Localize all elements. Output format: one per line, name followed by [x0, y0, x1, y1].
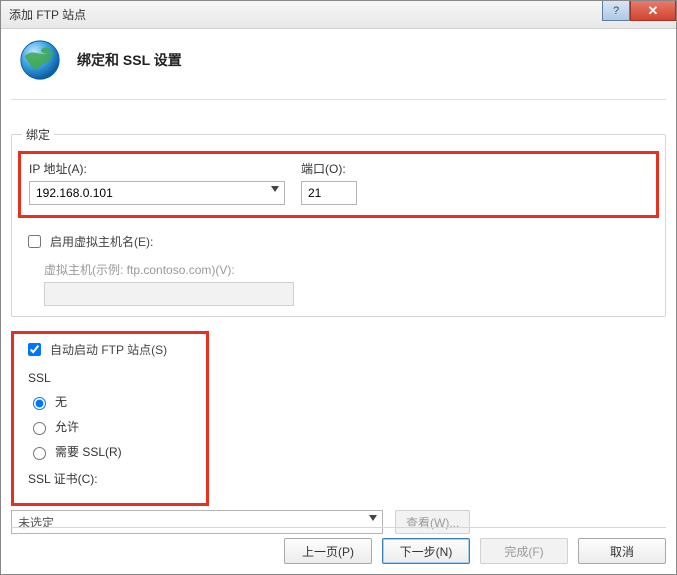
titlebar: 添加 FTP 站点 ? ✕: [1, 1, 676, 29]
vhost-enable-checkbox[interactable]: [28, 235, 41, 248]
autostart-label: 自动启动 FTP 站点(S): [50, 341, 167, 358]
port-input[interactable]: [301, 181, 357, 205]
binding-legend: 绑定: [22, 126, 54, 143]
ssl-label-require: 需要 SSL(R): [55, 443, 122, 460]
autostart-checkbox[interactable]: [28, 343, 41, 356]
vhost-input: [44, 282, 294, 306]
autostart-row: 自动启动 FTP 站点(S): [24, 340, 196, 363]
ip-input[interactable]: [29, 181, 285, 205]
ssl-radio-none[interactable]: [33, 397, 46, 410]
window-controls: ? ✕: [602, 1, 676, 21]
header: 绑定和 SSL 设置: [11, 33, 666, 100]
close-button[interactable]: ✕: [630, 1, 676, 21]
ip-combobox[interactable]: [29, 181, 285, 205]
ssl-option-none[interactable]: 无: [28, 393, 196, 410]
help-button[interactable]: ?: [602, 1, 630, 21]
footer: 上一页(P) 下一步(N) 完成(F) 取消: [11, 527, 666, 564]
window-title: 添加 FTP 站点: [1, 6, 86, 23]
prev-button[interactable]: 上一页(P): [284, 538, 372, 564]
ssl-radio-require[interactable]: [33, 447, 46, 460]
ssl-option-require[interactable]: 需要 SSL(R): [28, 443, 196, 460]
ip-label: IP 地址(A):: [29, 160, 285, 177]
next-button[interactable]: 下一步(N): [382, 538, 470, 564]
ssl-label-none: 无: [55, 393, 67, 410]
port-label: 端口(O):: [301, 160, 381, 177]
page-title: 绑定和 SSL 设置: [77, 50, 182, 70]
finish-button: 完成(F): [480, 538, 568, 564]
highlight-binding: IP 地址(A): 端口(O):: [18, 151, 659, 218]
globe-icon: [17, 37, 63, 83]
vhost-enable-row: 启用虚拟主机名(E):: [22, 228, 655, 255]
cert-label: SSL 证书(C):: [28, 470, 196, 487]
ssl-radio-allow[interactable]: [33, 422, 46, 435]
vhost-enable-label: 启用虚拟主机名(E):: [50, 233, 153, 250]
highlight-ssl: 自动启动 FTP 站点(S) SSL 无 允许 需要 SSL(R) SSL 证书…: [11, 331, 209, 506]
dialog-window: 添加 FTP 站点 ? ✕ 绑定和 SSL 设置: [0, 0, 677, 575]
vhost-hint: 虚拟主机(示例: ftp.contoso.com)(V):: [44, 261, 655, 278]
binding-group: 绑定 IP 地址(A): 端口(O):: [11, 126, 666, 317]
ssl-label-allow: 允许: [55, 418, 79, 435]
ssl-option-allow[interactable]: 允许: [28, 418, 196, 435]
ssl-group: SSL 无 允许 需要 SSL(R) SSL 证书(C):: [24, 371, 196, 487]
ssl-legend: SSL: [28, 371, 196, 385]
dialog-content: 绑定和 SSL 设置 绑定 IP 地址(A): 端口(O):: [1, 29, 676, 544]
cancel-button[interactable]: 取消: [578, 538, 666, 564]
